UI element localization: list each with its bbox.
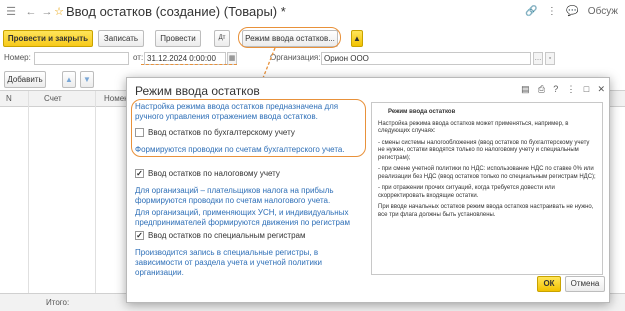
print-icon[interactable]: ⎙ — [538, 84, 545, 95]
move-up-icon[interactable]: ▲ — [62, 71, 76, 88]
menu-icon[interactable]: ☰ — [4, 5, 18, 19]
date-label: от: — [133, 53, 144, 62]
link-icon[interactable]: 🔗 — [525, 4, 537, 20]
tax-note-2: Для организаций, применяющих УСН, и инди… — [135, 208, 350, 227]
header-fields: Номер: от: 31.12.2024 0:00:00 ▦ Организа… — [0, 51, 625, 67]
total-label: Итого: — [46, 298, 70, 307]
discuss-label[interactable]: Обсуж — [588, 4, 618, 20]
tax-checkbox-label[interactable]: Ввод остатков по налоговому учету — [148, 168, 280, 179]
col-divider — [95, 91, 96, 311]
open-icon[interactable]: ▫ — [545, 52, 555, 65]
window-right-icons: 🔗 ⋮ 💬 Обсуж — [525, 4, 625, 20]
input-mode-dialog: Режим ввода остатков ▤ ⎙ ? ⋮ □ ✕ Настрой… — [126, 77, 610, 303]
accounting-checkbox-label[interactable]: Ввод остатков по бухгалтерскому учету — [148, 127, 295, 138]
accounting-checkbox[interactable] — [135, 128, 144, 137]
help-paragraph: - при отражении прочих ситуаций, когда т… — [378, 185, 555, 199]
help-paragraph: - смены системы налогообложения (ввод ос… — [378, 139, 590, 161]
window-titlebar: ☰ ← → ☆ Ввод остатков (создание) (Товары… — [0, 0, 625, 26]
report-icon[interactable]: ▲ — [351, 30, 363, 47]
write-button[interactable]: Записать — [98, 30, 144, 47]
registers-checkbox-label[interactable]: Ввод остатков по специальным регистрам — [148, 230, 306, 241]
select-more-icon[interactable]: … — [533, 52, 543, 65]
accounting-note: Формируются проводки по счетам бухгалтер… — [135, 145, 345, 154]
help-paragraph: При вводе начальных остатков режим ввода… — [378, 204, 594, 218]
more-icon[interactable]: ⋮ — [547, 4, 557, 20]
tax-note-1: Для организаций – плательщиков налога на… — [135, 186, 334, 205]
dialog-title: Режим ввода остатков — [135, 84, 260, 98]
dt-kt-icon[interactable]: Дт — [214, 30, 230, 47]
registers-checkbox[interactable]: ✓ — [135, 231, 144, 240]
add-button[interactable]: Добавить — [4, 71, 46, 88]
post-button[interactable]: Провести — [155, 30, 201, 47]
help-title: Режим ввода остатков — [388, 109, 456, 115]
window-title: Ввод остатков (создание) (Товары) * — [66, 4, 286, 19]
help-icon[interactable]: ? — [553, 84, 558, 94]
help-panel: Режим ввода остатков Настройка режима вв… — [371, 102, 603, 275]
cancel-button[interactable]: Отмена — [565, 276, 605, 292]
ok-button[interactable]: ОК — [537, 276, 561, 292]
col-nomenclature-header[interactable]: Номен — [104, 94, 129, 103]
col-n-header[interactable]: N — [6, 94, 12, 103]
help-paragraph: - при смене учетной политики по НДС: исп… — [378, 166, 596, 180]
move-down-icon[interactable]: ▼ — [80, 71, 94, 88]
registers-note: Производится запись в специальные регист… — [135, 248, 322, 277]
number-label: Номер: — [4, 53, 31, 62]
col-account-header[interactable]: Счет — [44, 94, 62, 103]
help-paragraph: Настройка режима ввода остатков может пр… — [378, 120, 569, 135]
more-icon[interactable]: ⋮ — [567, 84, 576, 95]
discuss-icon[interactable]: 💬 — [566, 4, 578, 20]
mode-button-highlight — [238, 27, 341, 48]
maximize-icon[interactable]: □ — [584, 84, 589, 94]
number-input[interactable] — [34, 52, 129, 65]
organization-input[interactable]: Орион ООО — [321, 52, 531, 65]
favorite-star-icon[interactable]: ☆ — [52, 5, 66, 19]
close-icon[interactable]: ✕ — [597, 84, 605, 95]
dialog-title-icons: ▤ ⎙ ? ⋮ □ ✕ — [515, 84, 605, 95]
col-divider — [28, 91, 29, 311]
save-icon[interactable]: ▤ — [521, 84, 530, 95]
back-icon[interactable]: ← — [24, 5, 38, 19]
tax-checkbox[interactable]: ✓ — [135, 169, 144, 178]
post-and-close-button[interactable]: Провести и закрыть — [3, 30, 93, 47]
intro-text: Настройка режима ввода остатков предназн… — [135, 102, 339, 121]
date-highlight — [141, 64, 237, 66]
organization-label: Организация: — [270, 53, 321, 62]
